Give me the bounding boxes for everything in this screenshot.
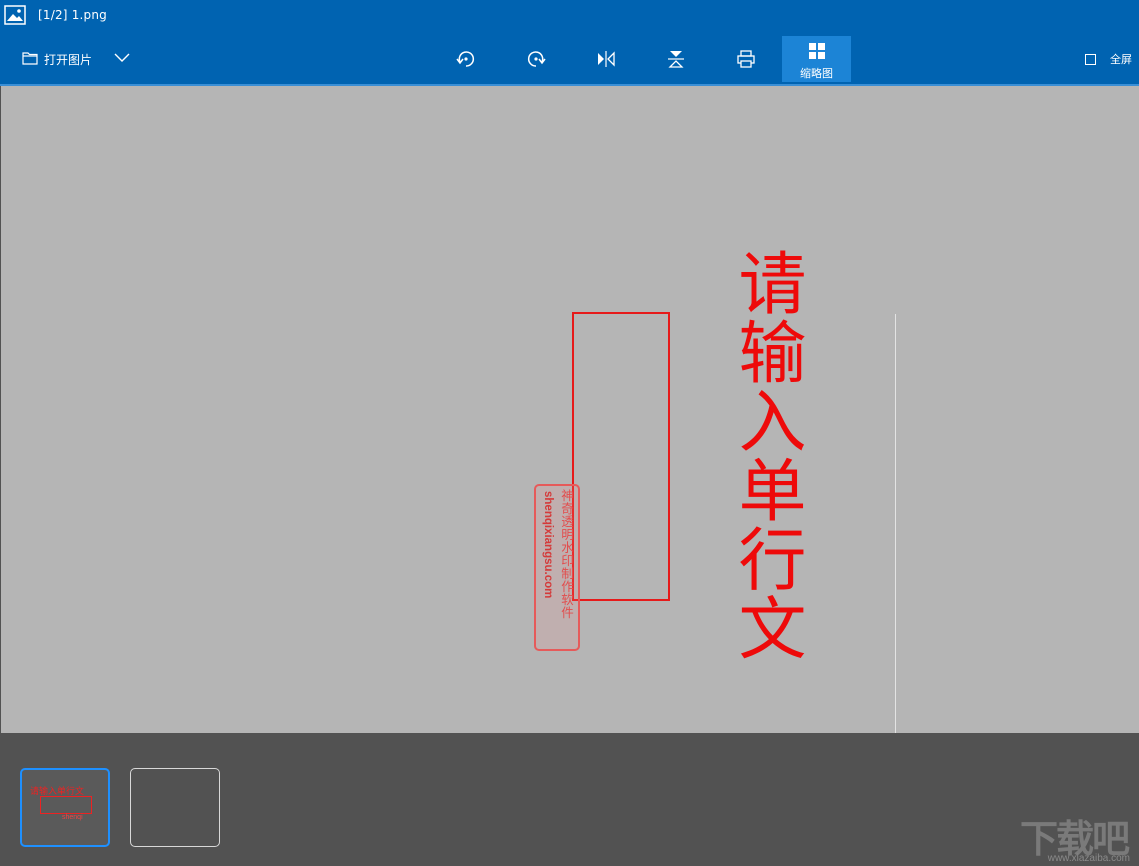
page-edge-line — [895, 314, 896, 733]
toolbar: 打开图片 — [0, 32, 1139, 86]
open-image-button[interactable]: 打开图片 — [22, 48, 92, 70]
filmstrip: 请输入单行文 shenqi — [0, 733, 1139, 866]
vertical-text: 请输入单行文 — [726, 248, 806, 662]
rotate-left-icon[interactable] — [455, 48, 477, 70]
fullscreen-label: 全屏 — [1110, 51, 1132, 67]
flip-horizontal-icon[interactable] — [595, 48, 617, 70]
thumbnail-item[interactable] — [130, 768, 220, 847]
chevron-down-icon[interactable] — [112, 50, 132, 67]
thumbnail-preview-rect — [40, 796, 92, 814]
title-bar: [1/2] 1.png — [0, 0, 1139, 32]
rotate-right-icon[interactable] — [525, 48, 547, 70]
open-image-label: 打开图片 — [44, 51, 92, 68]
thumbnail-label: 缩略图 — [782, 65, 851, 81]
stamp-text-url: shenqixiangsu.com — [539, 491, 557, 598]
fullscreen-button[interactable]: 全屏 — [1085, 51, 1132, 67]
folder-icon — [22, 51, 38, 68]
image-canvas[interactable]: 请输入单行文 神奇透明水印制作软件 shenqixiangsu.com — [1, 86, 1139, 733]
watermark-stamp: 神奇透明水印制作软件 shenqixiangsu.com — [534, 484, 580, 651]
image-icon — [4, 5, 26, 28]
fullscreen-icon — [1085, 54, 1096, 65]
grid-icon — [782, 36, 851, 63]
stamp-text-cn: 神奇透明水印制作软件 — [557, 489, 575, 619]
watermark-url: www.xiazaiba.com — [1048, 853, 1130, 864]
thumbnail-button[interactable]: 缩略图 — [782, 36, 851, 82]
site-watermark: 下载吧 www.xiazaiba.com — [1000, 806, 1136, 864]
print-icon[interactable] — [735, 48, 757, 70]
window-title: [1/2] 1.png — [38, 8, 107, 22]
thumbnail-preview-stamp: shenqi — [62, 814, 83, 821]
red-rectangle — [572, 312, 670, 601]
flip-vertical-icon[interactable] — [665, 48, 687, 70]
thumbnail-item[interactable]: 请输入单行文 shenqi — [20, 768, 110, 847]
